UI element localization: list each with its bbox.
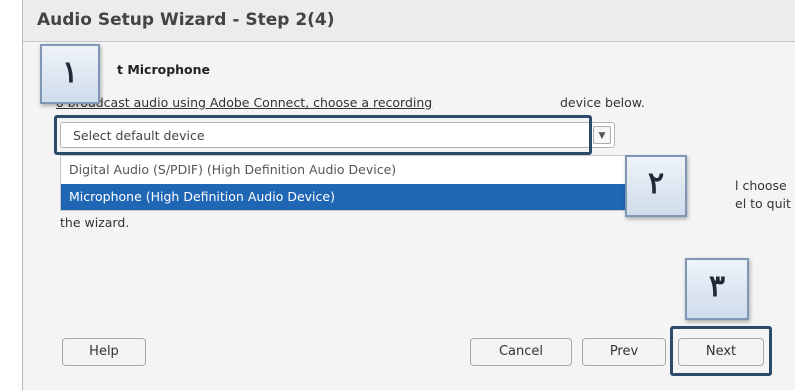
side-text-line-1: l choose — [735, 178, 787, 193]
next-highlight-box — [670, 326, 772, 376]
callout-step-3-badge: ٣ — [685, 258, 749, 320]
device-option-microphone[interactable]: Microphone (High Definition Audio Device… — [61, 184, 631, 210]
callout-step-1-badge: ١ — [40, 44, 100, 104]
window-title: Audio Setup Wizard - Step 2(4) — [37, 10, 335, 30]
callout-step-2-badge: ٢ — [625, 155, 687, 217]
device-dropdown-list: Digital Audio (S/PDIF) (High Definition … — [60, 155, 632, 211]
device-option-digital-audio[interactable]: Digital Audio (S/PDIF) (High Definition … — [61, 157, 631, 183]
title-bar: Audio Setup Wizard - Step 2(4) — [23, 0, 795, 42]
side-text-tail: the wizard. — [60, 215, 130, 230]
chevron-down-icon[interactable]: ▼ — [593, 126, 611, 144]
instruction-text: o broadcast audio using Adobe Connect, c… — [56, 95, 433, 110]
select-highlight-box — [54, 115, 592, 155]
prev-button[interactable]: Prev — [582, 338, 666, 366]
section-heading: t Microphone — [117, 62, 211, 77]
help-button[interactable]: Help — [62, 338, 146, 366]
instruction-text-tail: device below. — [560, 95, 645, 110]
cancel-button[interactable]: Cancel — [470, 338, 572, 366]
side-text-line-2: el to quit — [735, 196, 791, 211]
